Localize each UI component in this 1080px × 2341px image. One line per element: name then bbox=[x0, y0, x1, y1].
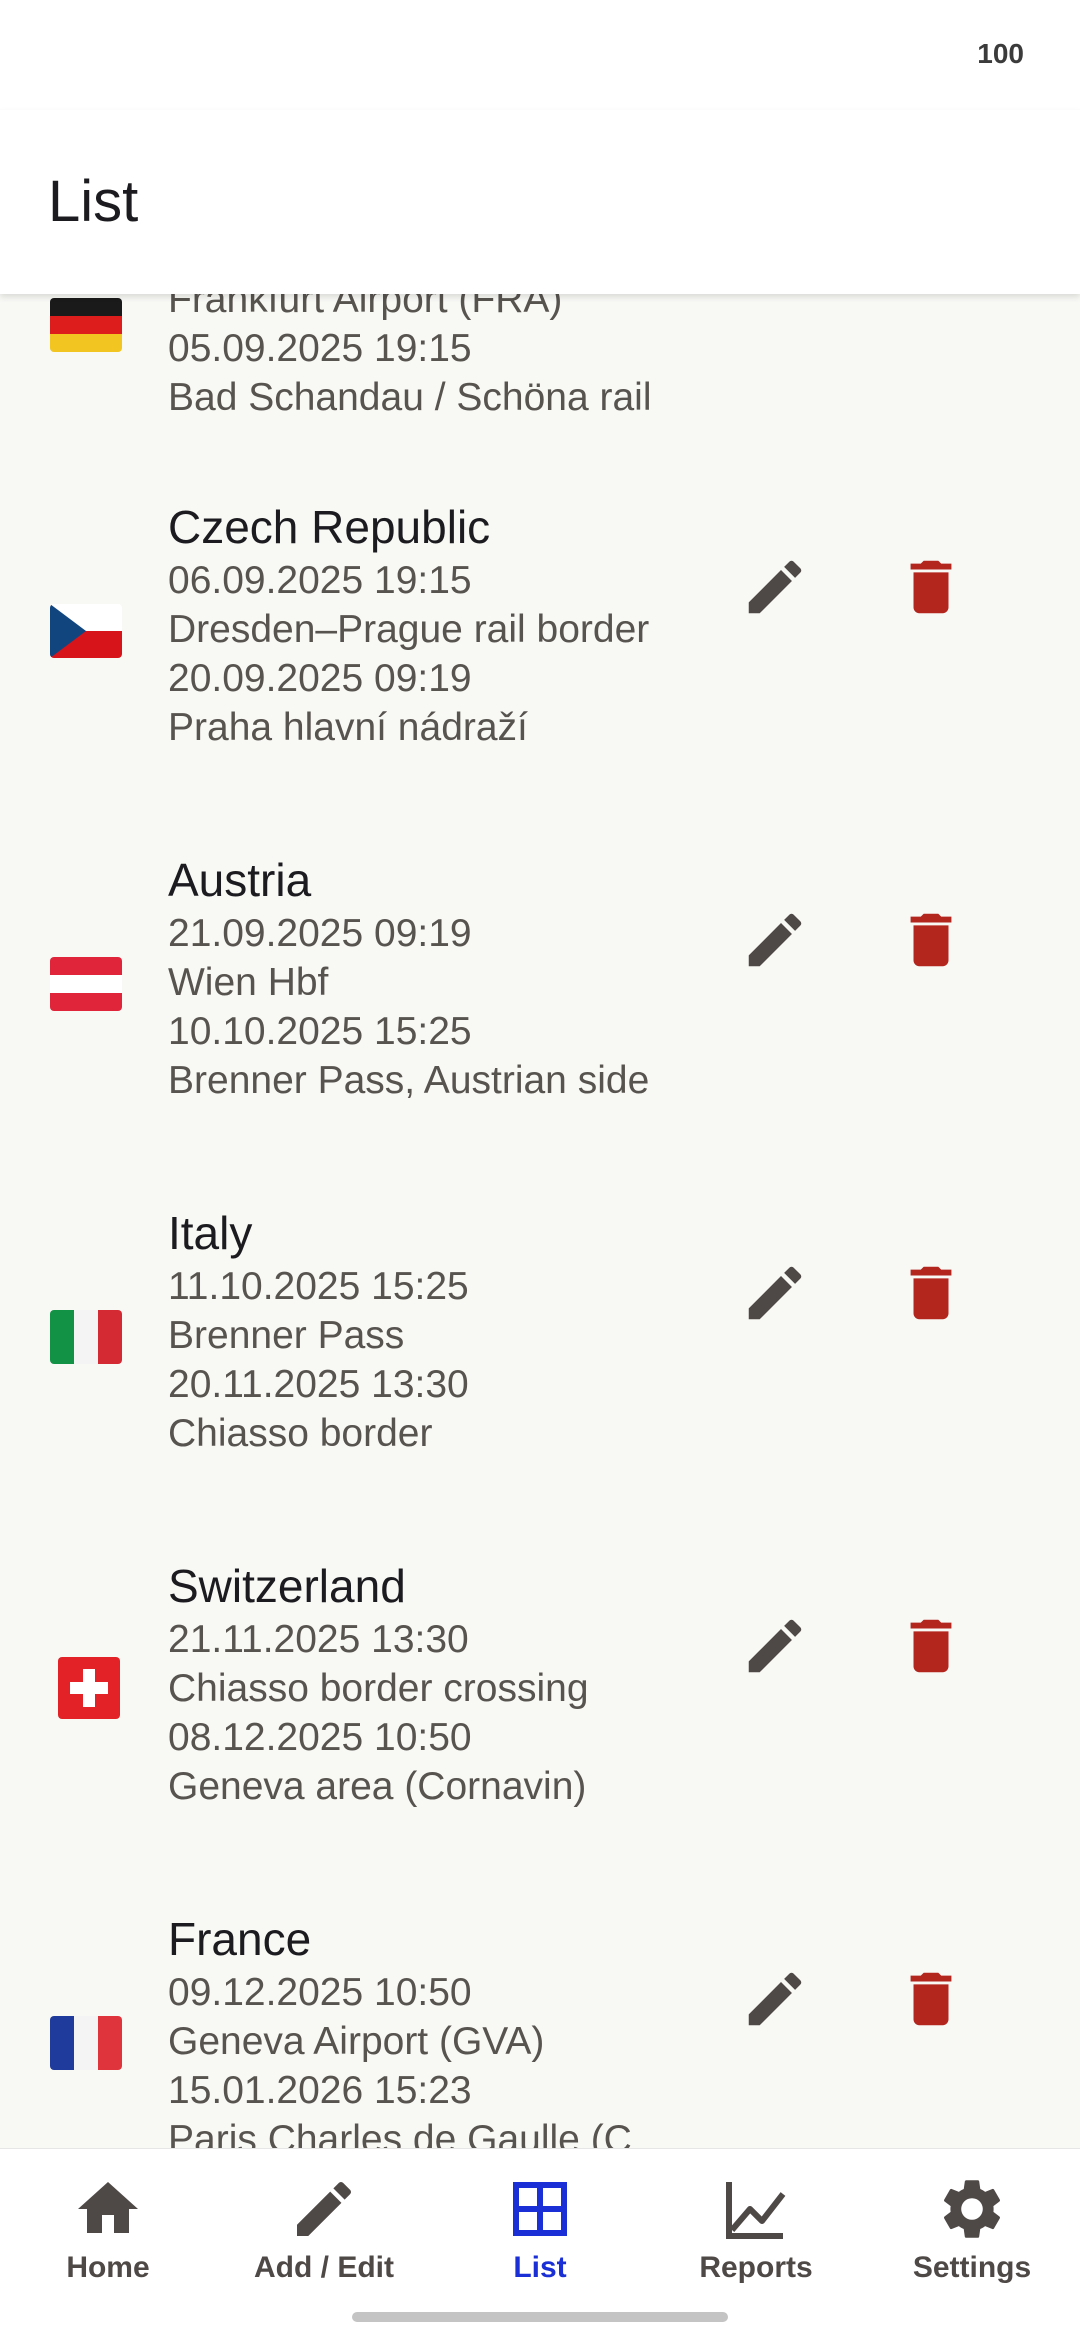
nav-add-edit[interactable]: Add / Edit bbox=[216, 2173, 432, 2303]
nav-list[interactable]: List bbox=[432, 2173, 648, 2303]
entry-time: 09.12.2025 10:50 bbox=[168, 1971, 472, 2014]
country-name: France bbox=[168, 1913, 312, 1965]
entry-place: Frankfurt Airport (FRA) bbox=[168, 294, 563, 321]
nav-add-edit-label: Add / Edit bbox=[254, 2251, 394, 2284]
delete-icon[interactable] bbox=[896, 1611, 966, 1681]
nav-home[interactable]: Home bbox=[0, 2173, 216, 2303]
entries-list[interactable]: Frankfurt Airport (FRA) 05.09.2025 19:15… bbox=[0, 294, 1080, 2148]
status-bar: 100 bbox=[0, 0, 1080, 110]
entry-place: Geneva Airport (GVA) bbox=[168, 2020, 545, 2063]
exit-place: Bad Schandau / Schöna rail bbox=[168, 376, 652, 419]
switzerland-flag-icon bbox=[58, 1657, 120, 1719]
exit-time: 20.11.2025 13:30 bbox=[168, 1363, 469, 1406]
home-indicator bbox=[352, 2312, 728, 2322]
france-flag-icon bbox=[50, 2016, 122, 2070]
delete-icon[interactable] bbox=[896, 1258, 966, 1328]
exit-time: 08.12.2025 10:50 bbox=[168, 1716, 472, 1759]
edit-icon[interactable] bbox=[740, 1964, 810, 2034]
exit-time: 20.09.2025 09:19 bbox=[168, 657, 472, 700]
nav-settings[interactable]: Settings bbox=[864, 2173, 1080, 2303]
page-title: List bbox=[48, 169, 139, 234]
nav-list-label: List bbox=[513, 2251, 567, 2284]
list-item: Czech Republic 06.09.2025 19:15 Dresden–… bbox=[0, 498, 1080, 818]
edit-icon[interactable] bbox=[740, 1258, 810, 1328]
country-name: Austria bbox=[168, 854, 312, 906]
country-name: Switzerland bbox=[168, 1560, 406, 1612]
entry-time: 21.09.2025 09:19 bbox=[168, 912, 472, 955]
list-item: Switzerland 21.11.2025 13:30 Chiasso bor… bbox=[0, 1557, 1080, 1877]
nav-reports-label: Reports bbox=[699, 2251, 813, 2284]
delete-icon[interactable] bbox=[896, 1964, 966, 2034]
nav-reports[interactable]: Reports bbox=[648, 2173, 864, 2303]
italy-flag-icon bbox=[50, 1310, 122, 1364]
pencil-icon bbox=[297, 2181, 352, 2236]
edit-icon[interactable] bbox=[740, 552, 810, 622]
nav-home-label: Home bbox=[66, 2251, 150, 2284]
exit-time: 10.10.2025 15:25 bbox=[168, 1010, 472, 1053]
exit-place: Paris Charles de Gaulle (C bbox=[168, 2118, 632, 2148]
entry-time: 11.10.2025 15:25 bbox=[168, 1265, 469, 1308]
country-name: Italy bbox=[168, 1207, 253, 1259]
table-icon bbox=[513, 2182, 567, 2236]
entry-place: Dresden–Prague rail border bbox=[168, 608, 650, 651]
country-name: Czech Republic bbox=[168, 501, 491, 553]
nav-settings-label: Settings bbox=[912, 2251, 1032, 2284]
exit-place: Praha hlavní nádraží bbox=[168, 706, 528, 749]
delete-icon[interactable] bbox=[896, 905, 966, 975]
entry-place: Wien Hbf bbox=[168, 961, 329, 1004]
list-item: Frankfurt Airport (FRA) 05.09.2025 19:15… bbox=[0, 294, 1080, 468]
czech-flag-icon bbox=[50, 604, 122, 658]
list-item: Italy 11.10.2025 15:25 Brenner Pass 20.1… bbox=[0, 1204, 1080, 1524]
entry-place: Brenner Pass bbox=[168, 1314, 405, 1357]
battery-level: 100 bbox=[977, 38, 1024, 69]
exit-place: Brenner Pass, Austrian side bbox=[168, 1059, 650, 1102]
entry-place: Chiasso border crossing bbox=[168, 1667, 589, 1710]
exit-time: 05.09.2025 19:15 bbox=[168, 327, 472, 370]
edit-icon[interactable] bbox=[740, 905, 810, 975]
app-bar: List bbox=[0, 110, 1080, 294]
chart-line-icon bbox=[726, 2182, 786, 2239]
exit-time: 15.01.2026 15:23 bbox=[168, 2069, 472, 2112]
austria-flag-icon bbox=[50, 957, 122, 1011]
delete-icon[interactable] bbox=[896, 552, 966, 622]
entry-time: 21.11.2025 13:30 bbox=[168, 1618, 469, 1661]
home-icon bbox=[78, 2182, 138, 2233]
exit-place: Chiasso border bbox=[168, 1412, 433, 1455]
list-item: France 09.12.2025 10:50 Geneva Airport (… bbox=[0, 1910, 1080, 2148]
gear-icon bbox=[943, 2180, 1001, 2238]
edit-icon[interactable] bbox=[740, 1611, 810, 1681]
germany-flag-icon bbox=[50, 298, 122, 352]
entry-time: 06.09.2025 19:15 bbox=[168, 559, 472, 602]
list-item: Austria 21.09.2025 09:19 Wien Hbf 10.10.… bbox=[0, 851, 1080, 1171]
exit-place: Geneva area (Cornavin) bbox=[168, 1765, 587, 1808]
